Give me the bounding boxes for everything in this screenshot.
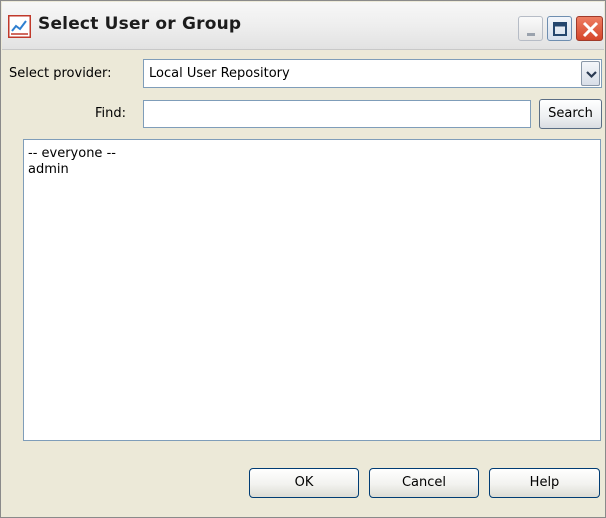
dialog-title: Select User or Group	[38, 14, 242, 34]
chevron-down-icon	[586, 71, 597, 79]
minimize-button[interactable]	[518, 16, 543, 41]
list-item[interactable]: -- everyone --	[28, 146, 116, 162]
select-user-or-group-dialog: Select User or Group Select provider: Lo…	[0, 0, 606, 518]
provider-label: Select provider:	[9, 66, 112, 81]
cancel-button[interactable]: Cancel	[369, 468, 479, 498]
close-icon	[582, 21, 599, 38]
find-label: Find:	[95, 106, 127, 121]
provider-dropdown-button[interactable]	[581, 61, 600, 86]
minimize-icon	[527, 33, 535, 36]
help-button[interactable]: Help	[489, 468, 600, 498]
close-button[interactable]	[576, 16, 603, 41]
ok-button[interactable]: OK	[249, 468, 359, 498]
chart-app-icon	[7, 14, 32, 39]
provider-selected-value: Local User Repository	[149, 66, 290, 81]
list-item[interactable]: admin	[28, 162, 69, 178]
search-button[interactable]: Search	[539, 99, 602, 129]
maximize-button[interactable]	[547, 16, 572, 41]
find-input[interactable]	[143, 100, 531, 128]
results-list[interactable]: -- everyone -- admin	[23, 139, 601, 441]
maximize-icon	[553, 22, 567, 36]
title-bar[interactable]: Select User or Group	[2, 2, 604, 50]
provider-select[interactable]: Local User Repository	[143, 59, 602, 88]
